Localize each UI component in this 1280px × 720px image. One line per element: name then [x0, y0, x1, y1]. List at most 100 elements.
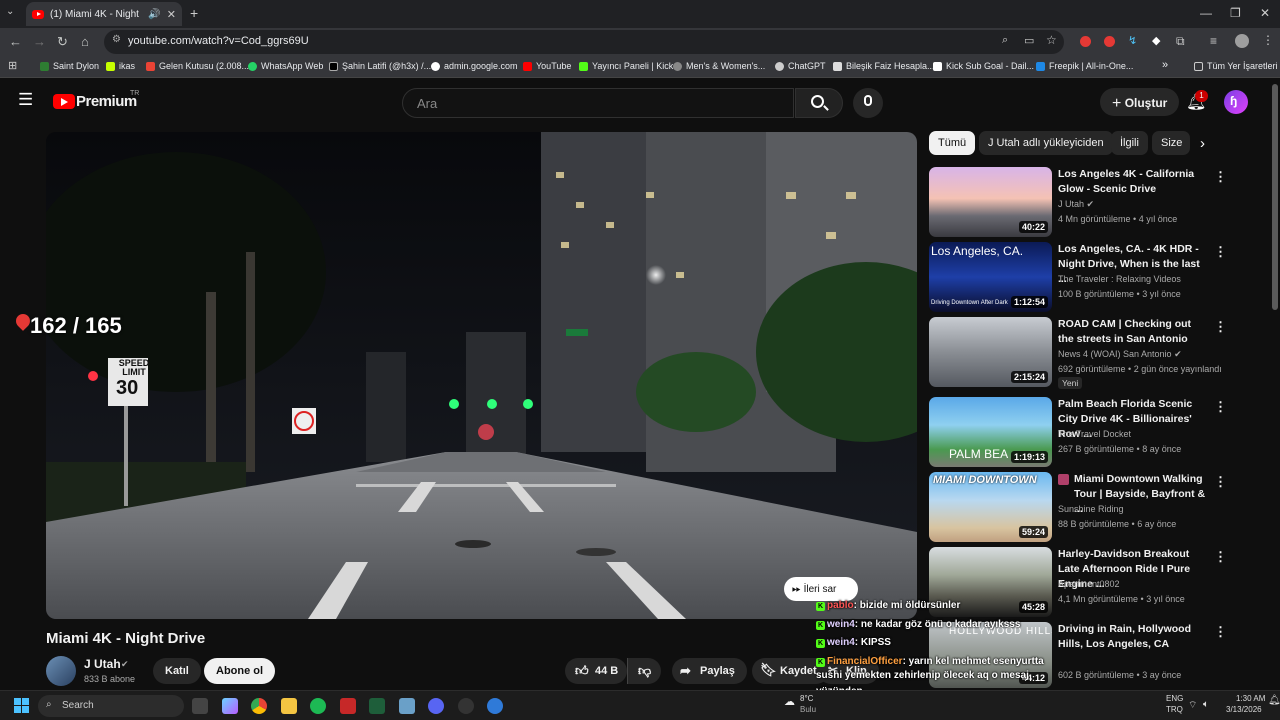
recommendation-channel[interactable]: Apartment0802	[1058, 579, 1223, 589]
bookmark-item[interactable]: WhatsApp Web	[248, 61, 323, 71]
address-bar[interactable]: ⚙ youtube.com/watch?v=Cod_ggrs69U ⌕ ▭ ☆	[104, 30, 1064, 54]
app-icon[interactable]	[458, 698, 474, 714]
extension-icon[interactable]: ↯	[1128, 34, 1137, 47]
like-button[interactable]: 👍︎ 44 B	[565, 658, 627, 684]
more-options-icon[interactable]: ⋮	[1214, 624, 1227, 640]
chip-related[interactable]: İlgili	[1111, 131, 1148, 155]
recommendation-channel[interactable]: The Travel Docket	[1058, 429, 1223, 439]
clock-date[interactable]: 3/13/2026	[1226, 705, 1262, 714]
chip-all[interactable]: Tümü	[929, 131, 976, 155]
menu-hamburger-icon[interactable]: ☰	[18, 90, 33, 110]
extensions-puzzle-icon[interactable]: ⧉	[1176, 34, 1185, 49]
bookmark-item[interactable]: ikas	[106, 61, 135, 71]
profile-avatar[interactable]	[1235, 34, 1249, 48]
bookmark-item[interactable]: Kick Sub Goal - Dail...	[933, 61, 1034, 71]
wifi-icon[interactable]: ⌔	[1188, 699, 1197, 712]
bookmark-item[interactable]: Men's & Women's...	[673, 61, 765, 71]
video-thumbnail[interactable]: 2:15:24	[929, 317, 1052, 387]
video-player[interactable]: SPEED LIMIT 30 ⏩︎ İleri sar	[46, 132, 917, 619]
recommendation-title[interactable]: ROAD CAM | Checking out the streets in S…	[1058, 317, 1208, 347]
discord-icon[interactable]	[428, 698, 444, 714]
video-thumbnail[interactable]: MIAMI DOWNTOWN 59:24	[929, 472, 1052, 542]
recommendation-item[interactable]: 45:28 Harley-Davidson Breakout Late Afte…	[929, 547, 1229, 617]
search-input[interactable]: Ara	[402, 88, 794, 118]
language-indicator[interactable]: ENG	[1166, 694, 1183, 703]
spotify-icon[interactable]	[310, 698, 326, 714]
weather-icon[interactable]: ☁	[784, 695, 795, 708]
bookmark-item[interactable]: admin.google.com	[431, 61, 518, 71]
recommendation-title[interactable]: Los Angeles 4K - California Glow - Sceni…	[1058, 167, 1208, 197]
all-bookmarks-folder[interactable]: Tüm Yer İşaretleri	[1194, 61, 1278, 71]
media-icon[interactable]: ≡	[1210, 34, 1217, 48]
apps-grid-icon[interactable]: ⊞	[8, 59, 17, 72]
browser-tab-active[interactable]: (1) Miami 4K - Night Drive 🔊 ✕	[26, 2, 182, 26]
more-options-icon[interactable]: ⋮	[1214, 549, 1227, 565]
window-close-icon[interactable]: ✕	[1260, 6, 1270, 20]
menu-kebab-icon[interactable]: ⋮	[1262, 33, 1274, 47]
subscribe-button[interactable]: Abone ol	[204, 658, 276, 684]
extension-icon[interactable]	[1080, 36, 1091, 47]
bookmark-item[interactable]: Yayıncı Paneli | Kick	[579, 61, 673, 71]
forward-icon[interactable]: →	[33, 34, 46, 49]
app-icon[interactable]	[399, 698, 415, 714]
bookmark-item[interactable]: Şahin Latifi (@h3x) /...	[329, 61, 431, 71]
tab-audio-icon[interactable]: 🔊	[148, 9, 160, 20]
chrome-icon[interactable]	[251, 698, 267, 714]
recommendation-title[interactable]: Driving in Rain, Hollywood Hills, Los An…	[1058, 622, 1208, 652]
chip-uploader[interactable]: J Utah adlı yükleyiciden	[979, 131, 1113, 155]
reload-icon[interactable]: ↻	[57, 34, 68, 50]
recommendation-item[interactable]: 2:15:24 ROAD CAM | Checking out the stre…	[929, 317, 1229, 389]
youtube-logo-text[interactable]: Premium	[76, 93, 137, 110]
video-thumbnail[interactable]: PALM BEA 1:19:13	[929, 397, 1052, 467]
extension-icon[interactable]: ◆	[1152, 34, 1160, 47]
home-icon[interactable]: ⌂	[81, 34, 89, 49]
chips-next-icon[interactable]: ›	[1200, 135, 1205, 152]
account-avatar[interactable]: ɧ	[1224, 90, 1248, 114]
back-icon[interactable]: ←	[9, 34, 22, 49]
site-info-icon[interactable]: ⚙	[112, 34, 121, 45]
more-options-icon[interactable]: ⋮	[1214, 399, 1227, 415]
bookmark-item[interactable]: Saint Dylon	[40, 61, 99, 71]
recommendation-item[interactable]: MIAMI DOWNTOWN 59:24 Miami Downtown Walk…	[929, 472, 1229, 542]
dislike-button[interactable]: 👎︎	[627, 658, 661, 684]
recommendation-channel[interactable]: The Traveler : Relaxing Videos	[1058, 274, 1223, 284]
video-thumbnail[interactable]: Los Angeles, CA. Driving Downtown After …	[929, 242, 1052, 312]
recommendation-item[interactable]: PALM BEA 1:19:13 Palm Beach Florida Scen…	[929, 397, 1229, 467]
taskbar-search[interactable]: ⌕ Search	[38, 695, 184, 717]
copilot-icon[interactable]	[222, 698, 238, 714]
zoom-icon[interactable]: ⌕	[1002, 34, 1008, 47]
bookmark-item[interactable]: Gelen Kutusu (2.008...	[146, 61, 249, 71]
recommendation-item[interactable]: Los Angeles, CA. Driving Downtown After …	[929, 242, 1229, 312]
keyboard-layout[interactable]: TRQ	[1166, 705, 1183, 714]
app-icon[interactable]	[487, 698, 503, 714]
join-button[interactable]: Katıl	[153, 658, 201, 684]
clock-time[interactable]: 1:30 AM	[1236, 694, 1265, 703]
channel-name[interactable]: J Utah	[84, 657, 121, 671]
app-icon[interactable]	[340, 698, 356, 714]
excel-icon[interactable]	[369, 698, 385, 714]
voice-search-button[interactable]	[853, 88, 883, 118]
youtube-logo-icon[interactable]	[53, 94, 75, 109]
recommendation-channel[interactable]: Sunshine Riding	[1058, 504, 1223, 514]
restore-icon[interactable]: ❐	[1230, 6, 1241, 20]
volume-icon[interactable]: 🔈︎	[1203, 699, 1209, 710]
channel-avatar[interactable]	[46, 656, 76, 686]
weather-temp[interactable]: 8°C	[800, 694, 813, 703]
skip-forward-button[interactable]: ⏩︎ İleri sar	[784, 577, 858, 601]
create-button[interactable]: + Oluştur	[1100, 88, 1180, 116]
minimize-icon[interactable]: —	[1200, 6, 1212, 20]
recommendation-item[interactable]: 40:22 Los Angeles 4K - California Glow -…	[929, 167, 1229, 237]
bookmark-item[interactable]: ChatGPT	[775, 61, 826, 71]
new-tab-button[interactable]: +	[190, 5, 198, 21]
recommendation-channel[interactable]: News 4 (WOAI) San Antonio ✔	[1058, 349, 1223, 360]
tab-search-icon[interactable]: ⌄	[6, 6, 14, 17]
more-options-icon[interactable]: ⋮	[1214, 474, 1227, 490]
bookmark-star-icon[interactable]: ☆	[1046, 33, 1057, 47]
bookmark-item[interactable]: Bileşik Faiz Hesapla...	[833, 61, 935, 71]
file-explorer-icon[interactable]	[281, 698, 297, 714]
extension-icon[interactable]	[1104, 36, 1115, 47]
windows-start-icon[interactable]	[14, 698, 30, 714]
tab-close-icon[interactable]: ✕	[167, 8, 176, 21]
more-options-icon[interactable]: ⋮	[1214, 169, 1227, 185]
task-view-icon[interactable]	[192, 698, 208, 714]
